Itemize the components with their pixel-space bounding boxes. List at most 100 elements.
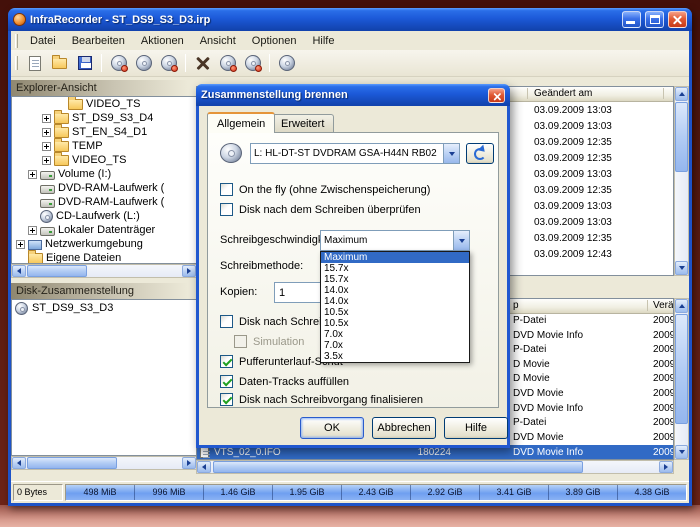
scroll-left-icon[interactable] — [197, 461, 211, 473]
menu-ansicht[interactable]: Ansicht — [192, 33, 244, 49]
checkbox-checked-icon[interactable] — [220, 375, 233, 388]
menu-optionen[interactable]: Optionen — [244, 33, 305, 49]
tree-item[interactable]: Lokaler Datenträger — [12, 223, 196, 237]
compilation-vertical-scrollbar[interactable] — [674, 298, 689, 460]
tree-horizontal-scrollbar[interactable] — [11, 264, 197, 278]
scroll-down-icon[interactable] — [675, 445, 688, 459]
dropdown-option[interactable]: 14.0x — [321, 285, 469, 296]
scroll-thumb[interactable] — [213, 461, 583, 473]
tree-item[interactable]: ST_DS9_S3_D4 — [12, 111, 196, 125]
cut-icon[interactable] — [191, 52, 214, 74]
column-geaendert-am[interactable]: Geändert am — [534, 88, 592, 99]
dropdown-option[interactable]: 10.5x — [321, 318, 469, 329]
expand-plus-icon[interactable] — [42, 156, 51, 165]
dropdown-option[interactable]: 10.5x — [321, 307, 469, 318]
menu-hilfe[interactable]: Hilfe — [304, 33, 342, 49]
dropdown-option[interactable]: 14.0x — [321, 296, 469, 307]
checkbox-icon[interactable] — [220, 183, 233, 196]
window-titlebar[interactable]: InfraRecorder - ST_DS9_S3_D3.irp — [8, 8, 692, 31]
column-separator[interactable] — [527, 88, 528, 99]
scroll-thumb[interactable] — [675, 102, 688, 172]
open-icon[interactable] — [48, 52, 71, 74]
explorer-vertical-scrollbar[interactable] — [674, 86, 689, 276]
burn-image-icon[interactable] — [107, 52, 130, 74]
tree-item[interactable]: CD-Laufwerk (L:) — [12, 209, 196, 223]
disc-info-icon[interactable] — [275, 52, 298, 74]
column-separator[interactable] — [663, 88, 664, 99]
drive-select[interactable]: L: HL-DT-ST DVDRAM GSA-H44N RB02 — [250, 143, 460, 164]
burn-compilation-icon[interactable] — [216, 52, 239, 74]
checkbox-pad-tracks[interactable]: Daten-Tracks auffüllen — [220, 375, 349, 388]
dropdown-option[interactable]: 7.0x — [321, 329, 469, 340]
scroll-right-icon[interactable] — [182, 265, 196, 277]
copy-disc-icon[interactable] — [132, 52, 155, 74]
maximize-button[interactable] — [645, 11, 664, 28]
save-icon[interactable] — [73, 52, 96, 74]
close-button[interactable] — [668, 11, 687, 28]
column-typ-partial[interactable]: p — [513, 300, 519, 311]
tree-item[interactable]: ST_EN_S4_D1 — [12, 125, 196, 139]
tree-item[interactable]: VIDEO_TS — [12, 97, 196, 111]
scroll-thumb[interactable] — [27, 457, 117, 469]
scroll-up-icon[interactable] — [675, 87, 688, 101]
menu-bearbeiten[interactable]: Bearbeiten — [64, 33, 133, 49]
compilation-horizontal-scrollbar[interactable] — [11, 456, 197, 470]
scroll-up-icon[interactable] — [675, 299, 688, 313]
dropdown-arrow-icon[interactable] — [453, 231, 469, 250]
record-disc-icon[interactable] — [241, 52, 264, 74]
dialog-titlebar[interactable]: Zusammenstellung brennen — [196, 84, 510, 106]
dropdown-option[interactable]: 15.7x — [321, 263, 469, 274]
erase-disc-icon[interactable] — [157, 52, 180, 74]
tree-item[interactable]: VIDEO_TS — [12, 153, 196, 167]
refresh-drives-button[interactable] — [466, 143, 494, 164]
compilation-item[interactable]: ST_DS9_S3_D3 — [12, 300, 196, 316]
tree-item[interactable]: TEMP — [12, 139, 196, 153]
dialog-close-button[interactable] — [488, 88, 505, 103]
menu-aktionen[interactable]: Aktionen — [133, 33, 192, 49]
menu-datei[interactable]: Datei — [22, 33, 64, 49]
tree-item[interactable]: Netzwerkumgebung — [12, 237, 196, 251]
expand-plus-icon[interactable] — [42, 128, 51, 137]
dropdown-arrow-icon[interactable] — [443, 144, 459, 163]
dropdown-option[interactable]: 7.0x — [321, 340, 469, 351]
minimize-button[interactable] — [622, 11, 641, 28]
scroll-down-icon[interactable] — [675, 261, 688, 275]
tree-item[interactable]: DVD-RAM-Laufwerk ( — [12, 181, 196, 195]
toolbar-grip[interactable] — [15, 56, 18, 70]
checkbox-finalize[interactable]: Disk nach Schreibvorgang finalisieren — [220, 393, 423, 406]
checkbox-icon[interactable] — [220, 203, 233, 216]
tab-erweitert[interactable]: Erweitert — [271, 114, 334, 133]
dropdown-option-selected[interactable]: Maximum — [321, 252, 469, 263]
tree-item[interactable]: Volume (I:) — [12, 167, 196, 181]
dropdown-option[interactable]: 3.5x — [321, 351, 469, 362]
checkbox-icon[interactable] — [220, 315, 233, 328]
checkbox-verify[interactable]: Disk nach dem Schreiben überprüfen — [220, 203, 421, 216]
cancel-button[interactable]: Abbrechen — [372, 417, 436, 439]
expand-plus-icon[interactable] — [42, 142, 51, 151]
expand-plus-icon[interactable] — [42, 114, 51, 123]
write-speed-dropdown-list[interactable]: Maximum 15.7x 15.7x 14.0x 14.0x 10.5x 10… — [320, 251, 470, 363]
tab-allgemein[interactable]: Allgemein — [207, 112, 275, 133]
tree-item[interactable]: DVD-RAM-Laufwerk ( — [12, 195, 196, 209]
new-compilation-icon[interactable] — [23, 52, 46, 74]
ok-button[interactable]: OK — [300, 417, 364, 439]
scroll-left-icon[interactable] — [12, 457, 26, 469]
scroll-right-icon[interactable] — [182, 457, 196, 469]
checkbox-checked-icon[interactable] — [220, 393, 233, 406]
help-button[interactable]: Hilfe — [444, 417, 508, 439]
scroll-thumb[interactable] — [27, 265, 87, 277]
dropdown-option[interactable]: 15.7x — [321, 274, 469, 285]
column-veraendert-partial[interactable]: Verä — [653, 300, 674, 311]
compilation-horizontal-scrollbar-right[interactable] — [196, 460, 674, 474]
scroll-thumb[interactable] — [675, 314, 688, 424]
checkbox-on-the-fly[interactable]: On the fly (ohne Zwischenspeicherung) — [220, 183, 430, 196]
expand-plus-icon[interactable] — [28, 226, 37, 235]
scroll-left-icon[interactable] — [12, 265, 26, 277]
column-separator[interactable] — [647, 300, 648, 311]
expand-plus-icon[interactable] — [16, 240, 25, 249]
menubar-grip[interactable] — [15, 34, 18, 48]
checkbox-checked-icon[interactable] — [220, 355, 233, 368]
write-speed-select[interactable]: Maximum — [320, 230, 470, 251]
scroll-right-icon[interactable] — [659, 461, 673, 473]
expand-plus-icon[interactable] — [28, 170, 37, 179]
